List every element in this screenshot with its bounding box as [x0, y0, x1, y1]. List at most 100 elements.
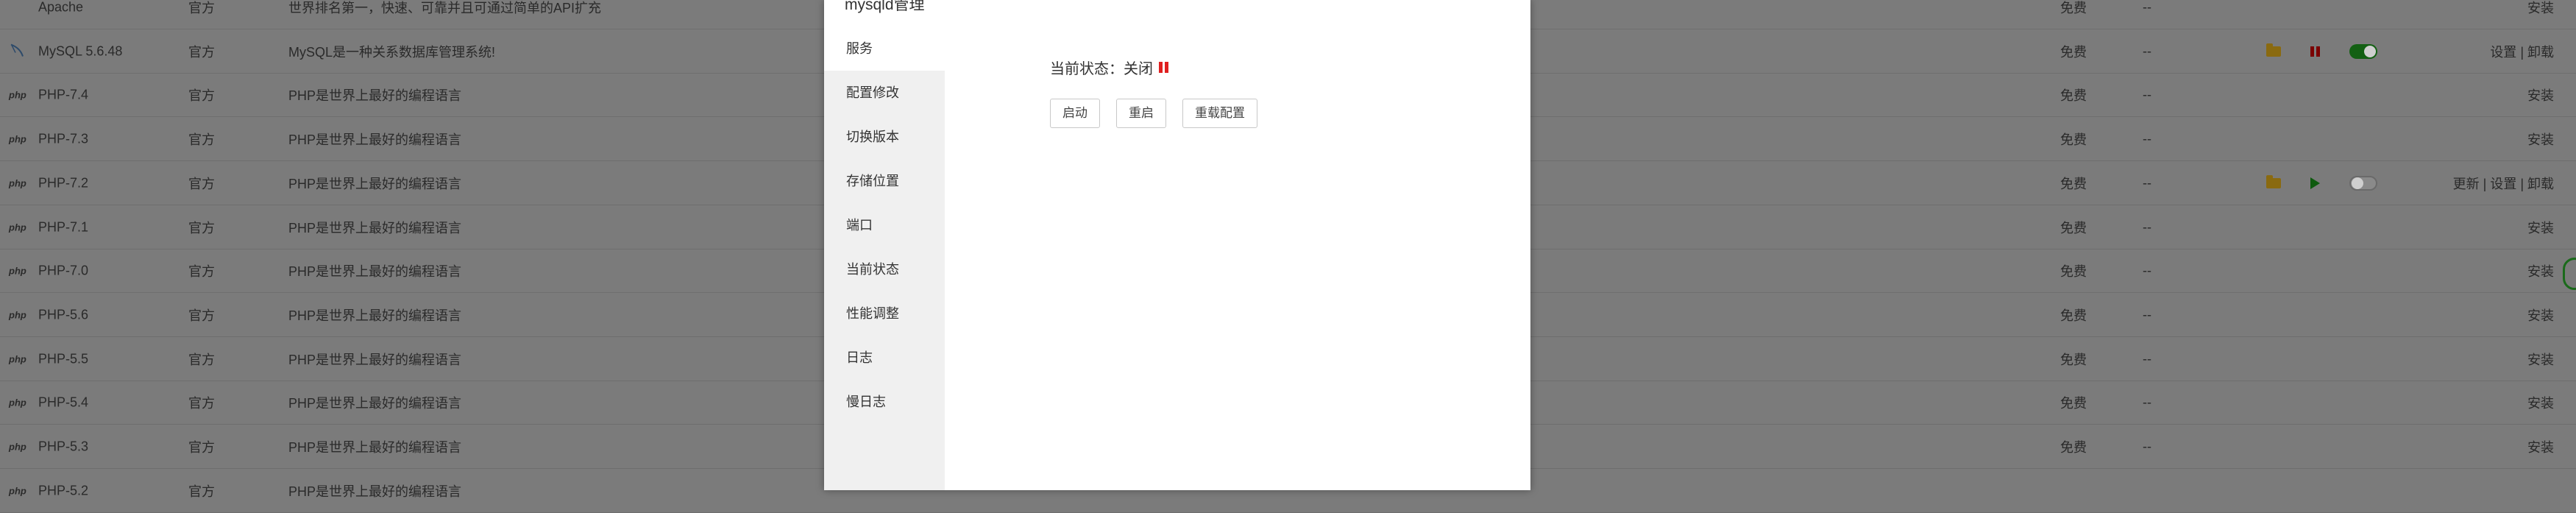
dialog-nav-item[interactable]: 端口	[824, 203, 945, 247]
plugin-description: PHP是世界上最好的编程语言	[288, 88, 462, 104]
dialog-sidebar: 服务 配置修改 切换版本 存储位置 端口 当前状态 性能调整 日志 慢日志	[824, 26, 945, 490]
plugin-type: 官方	[188, 1, 215, 15]
php-icon: php	[9, 441, 26, 453]
plugin-name: PHP-5.6	[38, 307, 89, 322]
dialog-nav-item[interactable]: 日志	[824, 336, 945, 380]
php-icon: php	[9, 353, 26, 365]
homepage-toggle[interactable]	[2349, 175, 2377, 191]
plugin-price: 免费	[2060, 396, 2087, 411]
plugin-type: 官方	[188, 396, 215, 411]
plugin-name: PHP-5.3	[38, 439, 89, 454]
plugin-actions[interactable]: 安装	[2527, 305, 2554, 325]
stopped-icon	[1159, 62, 1168, 73]
plugin-price: 免费	[2060, 264, 2087, 280]
mysqld-manage-dialog: mysqld管理 服务 配置修改 切换版本 存储位置 端口 当前状态 性能调整 日志 慢日志 当…	[824, 0, 1530, 490]
plugin-description: PHP是世界上最好的编程语言	[288, 440, 462, 455]
plugin-name: PHP-7.1	[38, 219, 89, 234]
plugin-expire: --	[2143, 307, 2151, 322]
php-icon: php	[9, 309, 26, 321]
plugin-price: 免费	[2060, 132, 2087, 148]
plugin-price: 免费	[2060, 352, 2087, 367]
php-icon: php	[9, 89, 26, 101]
plugin-expire: --	[2143, 175, 2151, 191]
plugin-expire: --	[2143, 439, 2151, 454]
plugin-description: PHP是世界上最好的编程语言	[288, 132, 462, 148]
plugin-description: PHP是世界上最好的编程语言	[288, 484, 462, 499]
plugin-actions[interactable]: 安装	[2527, 0, 2554, 17]
plugin-type: 官方	[188, 308, 215, 323]
php-icon: php	[9, 397, 26, 408]
dialog-nav-item[interactable]: 当前状态	[824, 247, 945, 291]
plugin-type: 官方	[188, 440, 215, 455]
plugin-expire: --	[2143, 219, 2151, 234]
plugin-name: PHP-5.4	[38, 395, 89, 410]
plugin-expire: --	[2143, 131, 2151, 146]
php-icon: php	[9, 222, 26, 233]
plugin-type: 官方	[188, 176, 215, 191]
dialog-content: 当前状态： 关闭 启动 重启 重载配置	[945, 26, 1530, 490]
service-status: 当前状态： 关闭	[1050, 57, 1168, 78]
plugin-expire: --	[2143, 43, 2151, 59]
plugin-actions[interactable]: 设置 | 卸载	[2490, 42, 2554, 61]
plugin-type: 官方	[188, 132, 215, 148]
php-icon: php	[9, 133, 26, 145]
dialog-nav-item[interactable]: 服务	[824, 26, 945, 71]
plugin-description: PHP是世界上最好的编程语言	[288, 220, 462, 236]
plugin-expire: --	[2143, 263, 2151, 278]
plugin-description: PHP是世界上最好的编程语言	[288, 396, 462, 411]
plugin-price: 免费	[2060, 44, 2087, 60]
dialog-nav-item[interactable]: 切换版本	[824, 115, 945, 159]
plugin-actions[interactable]: 安装	[2527, 218, 2554, 237]
dialog-nav-item[interactable]: 慢日志	[824, 380, 945, 424]
plugin-actions[interactable]: 安装	[2527, 85, 2554, 105]
start-button[interactable]: 启动	[1050, 99, 1100, 128]
plugin-description: PHP是世界上最好的编程语言	[288, 352, 462, 367]
folder-icon[interactable]	[2266, 43, 2281, 57]
reload-config-button[interactable]: 重载配置	[1182, 99, 1257, 128]
plugin-description: PHP是世界上最好的编程语言	[288, 264, 462, 280]
plugin-name: PHP-7.0	[38, 263, 89, 278]
feather-icon	[9, 42, 25, 60]
plugin-price: 免费	[2060, 176, 2087, 191]
plugin-actions[interactable]: 安装	[2527, 437, 2554, 456]
folder-icon[interactable]	[2266, 174, 2281, 188]
plugin-name: PHP-7.3	[38, 131, 89, 146]
php-icon: php	[9, 485, 26, 497]
service-buttons: 启动 重启 重载配置	[1050, 99, 1257, 128]
plugin-expire: --	[2143, 0, 2151, 15]
dialog-title: mysqld管理	[845, 0, 925, 13]
plugin-expire: --	[2143, 87, 2151, 102]
plugin-price: 免费	[2060, 1, 2087, 15]
plugin-actions[interactable]: 更新 | 设置 | 卸载	[2453, 174, 2554, 193]
plugin-expire: --	[2143, 351, 2151, 367]
plugin-name: PHP-5.2	[38, 483, 89, 498]
plugin-actions[interactable]: 安装	[2527, 130, 2554, 149]
dialog-nav-item[interactable]: 存储位置	[824, 159, 945, 203]
plugin-name: PHP-7.4	[38, 87, 89, 102]
plugin-expire: --	[2143, 395, 2151, 410]
plugin-actions[interactable]: 安装	[2527, 261, 2554, 280]
plugin-description: 世界排名第一，快速、可靠并且可通过简单的API扩充	[288, 1, 602, 15]
status-value: 关闭	[1124, 61, 1153, 77]
php-icon: php	[9, 265, 26, 277]
play-icon[interactable]	[2310, 177, 2320, 189]
plugin-actions[interactable]: 安装	[2527, 350, 2554, 369]
side-float-button[interactable]	[2563, 258, 2576, 290]
dialog-nav-item[interactable]: 配置修改	[824, 71, 945, 115]
plugin-price: 免费	[2060, 308, 2087, 323]
plugin-type: 官方	[188, 44, 215, 60]
plugin-description: PHP是世界上最好的编程语言	[288, 176, 462, 191]
homepage-toggle[interactable]	[2349, 43, 2377, 59]
php-icon: php	[9, 177, 26, 189]
plugin-price: 免费	[2060, 220, 2087, 236]
status-label: 当前状态：	[1050, 61, 1124, 77]
plugin-actions[interactable]: 安装	[2527, 393, 2554, 412]
plugin-quick-ops	[2266, 174, 2377, 191]
plugin-name: MySQL 5.6.48	[38, 43, 123, 59]
dialog-nav-item[interactable]: 性能调整	[824, 291, 945, 336]
plugin-name: PHP-7.2	[38, 175, 89, 191]
plugin-type: 官方	[188, 88, 215, 104]
plugin-description: MySQL是一种关系数据库管理系统!	[288, 44, 496, 60]
restart-button[interactable]: 重启	[1116, 99, 1166, 128]
pause-icon[interactable]	[2310, 46, 2320, 57]
